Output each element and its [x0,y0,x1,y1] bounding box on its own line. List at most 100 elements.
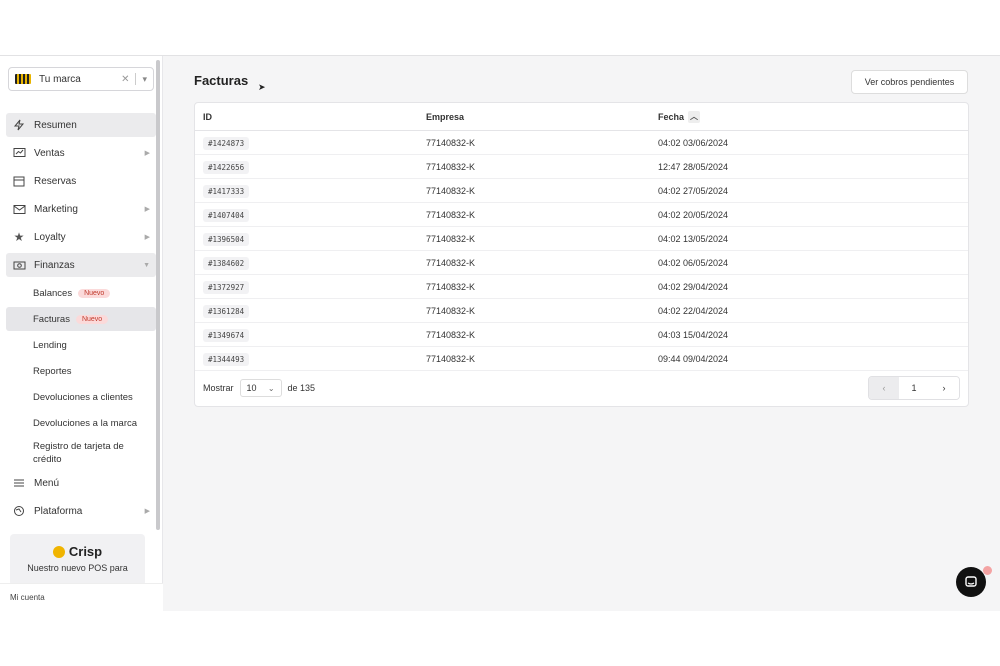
next-page-button[interactable]: › [929,377,959,399]
sidebar-item-label: Balances [33,287,73,299]
sun-icon [52,545,65,558]
cell-id: #1417333 [195,184,418,198]
sidebar-scrollbar[interactable] [156,60,160,530]
chat-button[interactable] [956,567,986,597]
invoice-id[interactable]: #1424873 [203,136,250,150]
cell-id: #1424873 [195,136,418,150]
invoice-id[interactable]: #1361284 [203,304,250,318]
cell-id: #1384602 [195,256,418,270]
cell-empresa: 77140832-K [426,353,476,364]
invoice-id[interactable]: #1422656 [203,160,250,174]
sidebar: Tu marca ✕ ▾ Resumen Ventas ▶ Reservas M… [0,56,163,611]
sidebar-item-resumen[interactable]: Resumen [6,113,156,137]
invoice-id[interactable]: #1349674 [203,328,250,342]
calendar-icon [12,174,26,188]
mail-icon [12,202,26,216]
invoice-id[interactable]: #1407404 [203,208,250,222]
cell-id: #1349674 [195,328,418,342]
show-label: Mostrar [203,383,234,393]
prev-page-button[interactable]: ‹ [869,377,899,399]
cash-icon [12,258,26,272]
table-row[interactable]: #1361284 77140832-K 04:02 22/04/2024 [195,299,968,323]
brand-selector[interactable]: Tu marca ✕ ▾ [8,67,154,91]
chat-icon [965,576,977,587]
total-label: de 135 [287,383,316,393]
cell-id: #1344493 [195,352,418,366]
sidebar-item-ventas[interactable]: Ventas ▶ [6,141,156,165]
account-link[interactable]: Mi cuenta [0,583,163,611]
sidebar-item-devoluciones-clientes[interactable]: Devoluciones a clientes [6,385,156,409]
sidebar-item-facturas[interactable]: Facturas Nuevo [6,307,156,331]
cell-empresa: 77140832-K [426,305,476,316]
invoice-id[interactable]: #1417333 [203,184,250,198]
table-row[interactable]: #1417333 77140832-K 04:02 27/05/2024 [195,179,968,203]
column-header-empresa[interactable]: Empresa [418,112,650,122]
chevron-right-icon: ▶ [144,206,150,213]
crisp-promo-card[interactable]: Crisp Nuestro nuevo POS para [10,534,145,586]
sidebar-item-reservas[interactable]: Reservas [6,169,156,193]
table-row[interactable]: #1396504 77140832-K 04:02 13/05/2024 [195,227,968,251]
crisp-title: Crisp [10,544,145,559]
column-header-label: Fecha [658,111,685,122]
new-badge: Nuevo [75,314,109,324]
crisp-title-text: Crisp [68,544,103,559]
clear-icon[interactable]: ✕ [121,74,129,85]
brand-logo [15,74,31,84]
column-header-id[interactable]: ID [195,112,418,122]
chart-icon [12,146,26,160]
cell-id: #1407404 [195,208,418,222]
cell-fecha: 04:02 27/05/2024 [658,185,729,196]
pending-payments-button[interactable]: Ver cobros pendientes [851,70,968,94]
page-title: Facturas [194,73,249,88]
table-body: #1424873 77140832-K 04:02 03/06/2024 #14226… [195,131,968,371]
sidebar-nav: Resumen Ventas ▶ Reservas Marketing ▶ ★ … [0,113,162,523]
chevron-right-icon: ▶ [144,234,150,241]
sidebar-item-marketing[interactable]: Marketing ▶ [6,197,156,221]
sidebar-item-plataforma[interactable]: Plataforma ▶ [6,499,156,523]
invoice-id[interactable]: #1384602 [203,256,250,270]
chevron-right-icon: › [942,383,946,393]
app-window: Tu marca ✕ ▾ Resumen Ventas ▶ Reservas M… [0,55,1000,611]
globe-icon [12,504,26,518]
chevron-down-icon: ⌄ [267,383,275,393]
table-row[interactable]: #1422656 77140832-K 12:47 28/05/2024 [195,155,968,179]
finanzas-submenu: Balances Nuevo Facturas Nuevo Lending Re… [6,281,156,469]
table-footer: Mostrar 10 ⌄ de 135 ‹ 1 › [195,371,968,405]
sidebar-item-registro-tarjeta[interactable]: Registro de tarjeta de crédito [6,437,156,469]
sidebar-item-label: Reportes [33,365,72,377]
sidebar-item-menu[interactable]: Menú [6,471,156,495]
table-row[interactable]: #1372927 77140832-K 04:02 29/04/2024 [195,275,968,299]
invoice-id[interactable]: #1372927 [203,280,250,294]
sort-asc-icon[interactable]: ︿ [688,110,701,123]
sidebar-item-loyalty[interactable]: ★ Loyalty ▶ [6,225,156,249]
sidebar-item-balances[interactable]: Balances Nuevo [6,281,156,305]
sidebar-item-lending[interactable]: Lending [6,333,156,357]
table-row[interactable]: #1384602 77140832-K 04:02 06/05/2024 [195,251,968,275]
table-row[interactable]: #1424873 77140832-K 04:02 03/06/2024 [195,131,968,155]
invoice-id[interactable]: #1344493 [203,352,250,366]
cell-empresa: 77140832-K [426,137,476,148]
invoice-id[interactable]: #1396504 [203,232,250,246]
brand-name: Tu marca [39,73,81,85]
table-row[interactable]: #1349674 77140832-K 04:03 15/04/2024 [195,323,968,347]
column-header-fecha[interactable]: Fecha ︿ [650,110,968,123]
page-number[interactable]: 1 [899,377,929,399]
sidebar-item-label: Plataforma [34,505,83,517]
chevron-right-icon: ▶ [144,508,150,515]
sidebar-item-finanzas[interactable]: Finanzas ▼ [6,253,156,277]
table-row[interactable]: #1407404 77140832-K 04:02 20/05/2024 [195,203,968,227]
cell-empresa: 77140832-K [426,161,476,172]
sidebar-item-label: Menú [34,477,60,489]
sidebar-item-label: Loyalty [34,231,66,243]
cell-fecha: 04:02 06/05/2024 [658,257,729,268]
cell-id: #1422656 [195,160,418,174]
sidebar-item-devoluciones-marca[interactable]: Devoluciones a la marca [6,411,156,435]
table-row[interactable]: #1344493 77140832-K 09:44 09/04/2024 [195,347,968,371]
cell-empresa: 77140832-K [426,329,476,340]
chevron-down-icon[interactable]: ▾ [142,74,147,85]
sidebar-item-reportes[interactable]: Reportes [6,359,156,383]
cell-fecha: 04:02 20/05/2024 [658,209,729,220]
chevron-left-icon: ‹ [882,383,886,393]
sidebar-item-label: Reservas [34,175,77,187]
page-size-select[interactable]: 10 ⌄ [239,379,282,397]
